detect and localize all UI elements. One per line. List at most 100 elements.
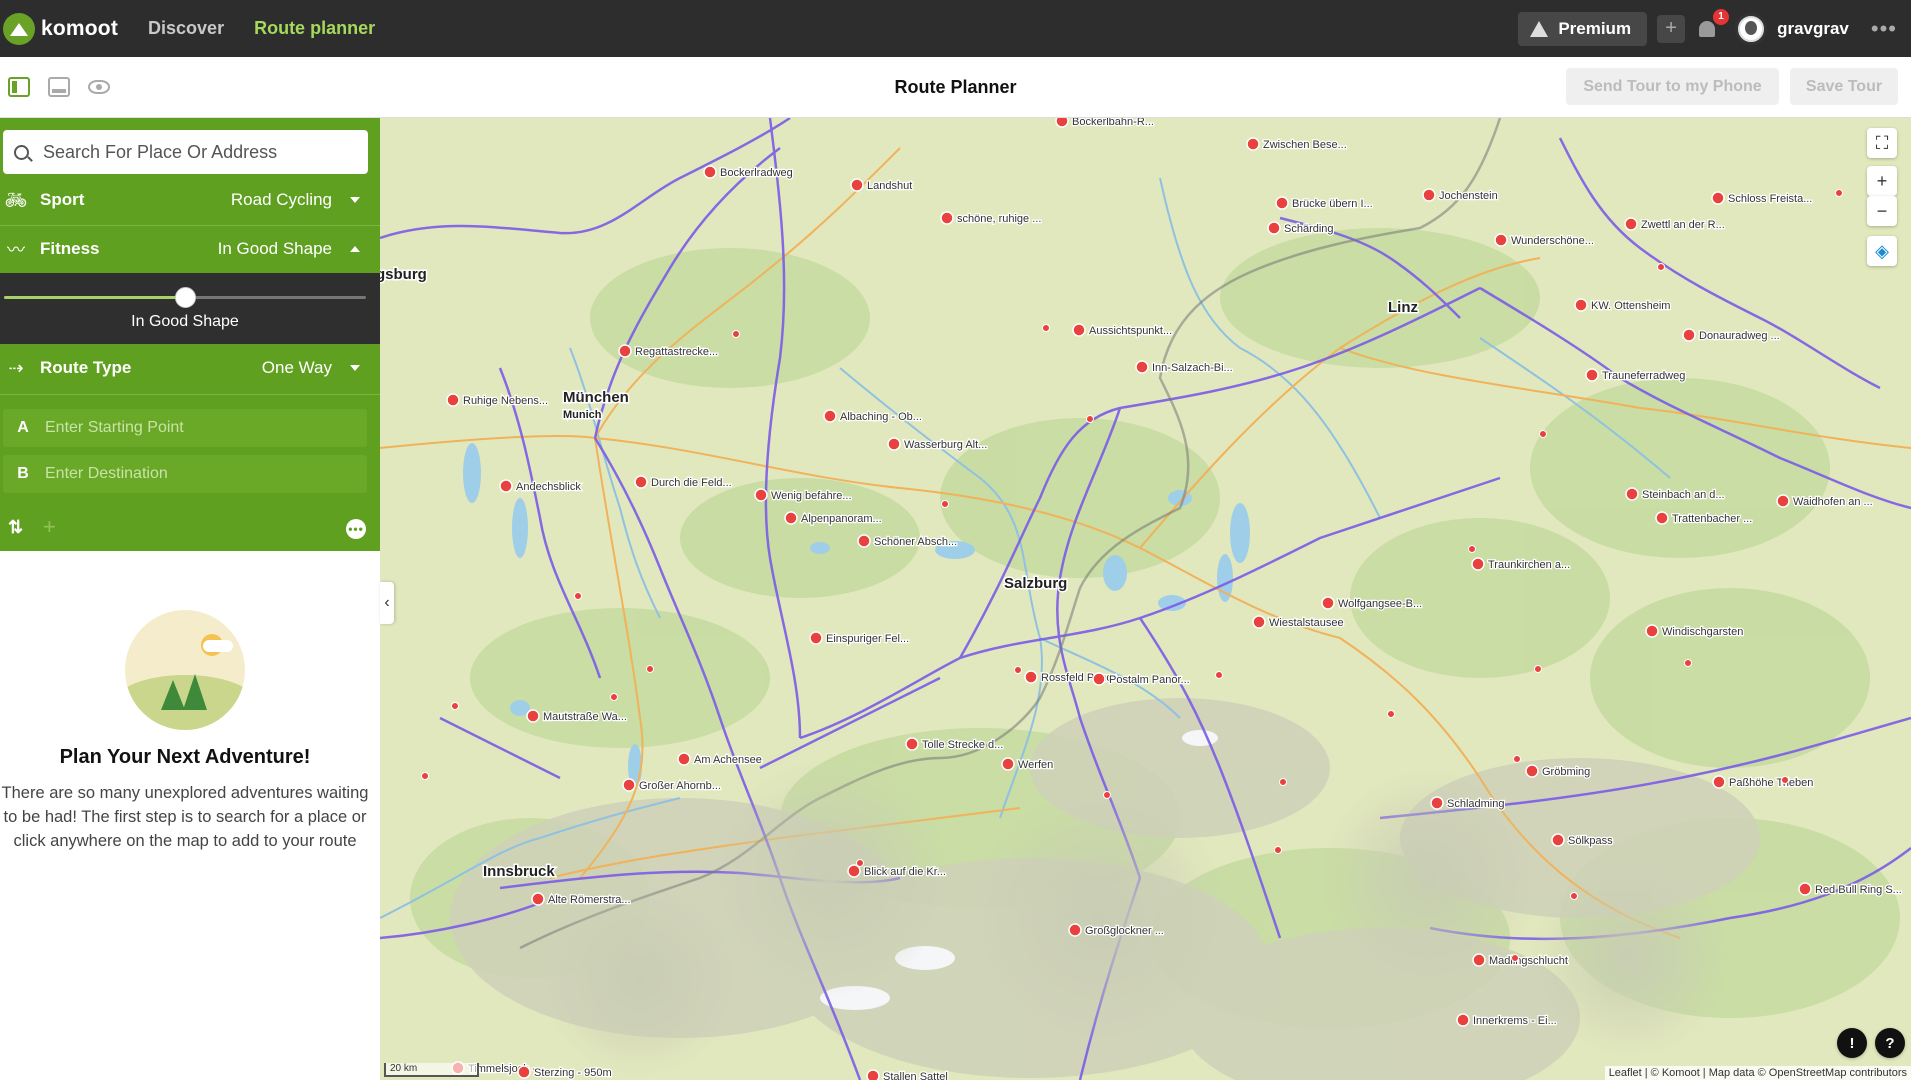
poi-label[interactable]: Wiestalstausee [1268,616,1345,631]
poi-bike-icon[interactable] [677,752,691,766]
poi-marker[interactable]: schöne, ruhige ... [940,211,1043,227]
sport-selector[interactable]: 🚲︎ Sport Road Cycling [0,176,380,224]
poi-label[interactable]: Paßhöhe Trieben [1728,776,1815,791]
poi-dot[interactable] [1468,545,1476,553]
poi-marker[interactable]: Paßhöhe Trieben [1712,775,1815,791]
poi-bike-icon[interactable] [1246,137,1260,151]
poi-bike-icon[interactable] [517,1065,531,1079]
poi-dot[interactable] [1274,846,1282,854]
poi-bike-icon[interactable] [531,892,545,906]
poi-bike-icon[interactable] [1472,953,1486,967]
poi-dot[interactable] [1215,671,1223,679]
poi-dot[interactable] [1387,710,1395,718]
send-to-phone-button[interactable]: Send Tour to my Phone [1566,68,1779,105]
poi-label[interactable]: Steinbach an d... [1641,488,1726,503]
komoot-logo[interactable]: komoot [3,0,118,57]
starting-point-input[interactable] [43,418,343,438]
poi-label[interactable]: Einspuriger Fel... [825,632,911,647]
map-canvas[interactable]: München Munich Salzburg Innsbruck gsburg Linz… [380,118,1911,1080]
poi-label[interactable]: Schärding [1283,222,1335,237]
poi-bike-icon[interactable] [618,344,632,358]
poi-label[interactable]: Sölkpass [1567,834,1615,849]
poi-bike-icon[interactable] [622,778,636,792]
poi-dot[interactable] [646,665,654,673]
poi-bike-icon[interactable] [1001,757,1015,771]
poi-bike-icon[interactable] [1776,494,1790,508]
notifications-button[interactable]: 1 [1693,8,1730,43]
poi-bike-icon[interactable] [1655,511,1669,525]
poi-marker[interactable]: Sölkpass [1551,833,1615,849]
search-box[interactable] [3,130,368,174]
poi-bike-icon[interactable] [905,737,919,751]
poi-bike-icon[interactable] [1024,670,1038,684]
poi-label[interactable]: Am Achensee [693,753,763,768]
poi-dot[interactable] [1014,666,1022,674]
poi-label[interactable]: KW. Ottensheim [1590,299,1672,314]
poi-label[interactable]: Landshut [866,179,914,194]
poi-label[interactable]: Großglockner ... [1084,924,1165,939]
poi-marker[interactable]: Landshut [850,178,914,194]
poi-label[interactable]: Madlingschlucht [1488,954,1569,969]
poi-marker[interactable]: Werfen [1001,757,1055,772]
poi-label[interactable]: Alpenpanoram... [800,512,883,527]
poi-bike-icon[interactable] [809,631,823,645]
poi-dot[interactable] [1513,755,1521,763]
fullscreen-button[interactable]: ⛶ [1867,128,1897,158]
poi-label[interactable]: Gröbming [1541,765,1592,780]
map-layers-icon[interactable]: ◈ [1867,236,1897,266]
poi-label[interactable]: Wasserburg Alt... [903,438,989,453]
route-type-selector[interactable]: ⇢ Route Type One Way [0,344,380,392]
poi-marker[interactable]: Red Bull Ring S... [1798,882,1903,898]
poi-dot[interactable] [1279,778,1287,786]
poi-label[interactable]: Postalm Panor... [1108,673,1191,688]
poi-marker[interactable]: Schloss Freista... [1711,191,1814,206]
poi-bike-icon[interactable] [1712,775,1726,789]
fitness-slider-thumb[interactable] [175,287,196,308]
user-avatar[interactable] [1735,12,1768,45]
poi-label[interactable]: Inn-Salzach-Bi... [1151,361,1234,376]
poi-label[interactable]: Traunkirchen a... [1487,558,1572,573]
poi-label[interactable]: Ruhige Nebens... [462,394,550,409]
poi-bike-icon[interactable] [1625,487,1639,501]
nav-route-planner[interactable]: Route planner [254,18,375,39]
poi-bike-icon[interactable] [850,178,864,192]
poi-dot[interactable] [1103,791,1111,799]
poi-bike-icon[interactable] [866,1069,880,1080]
poi-label[interactable]: Zwischen Bese... [1262,138,1348,153]
poi-dot[interactable] [1781,776,1789,784]
poi-bike-icon[interactable] [940,211,954,225]
poi-label[interactable]: Bockerlradweg [719,166,794,181]
poi-label[interactable]: Blick auf die Kr... [863,865,947,880]
poi-bike-icon[interactable] [1321,596,1335,610]
poi-label[interactable]: schöne, ruhige ... [956,212,1043,227]
poi-bike-icon[interactable] [1551,833,1565,847]
poi-dot[interactable] [421,772,429,780]
poi-label[interactable]: Maut­straße Wa... [542,710,628,725]
premium-button[interactable]: Premium [1518,11,1648,46]
poi-label[interactable]: Wolfgangsee-B... [1337,597,1424,612]
starting-point-field[interactable]: A [3,409,367,447]
poi-bike-icon[interactable] [526,709,540,723]
poi-dot[interactable] [732,330,740,338]
poi-label[interactable]: Aussichtspunkt... [1088,324,1174,339]
poi-dot[interactable] [1684,659,1692,667]
help-button[interactable]: ? [1875,1028,1905,1058]
poi-dot[interactable] [1835,189,1843,197]
poi-bike-icon[interactable] [1525,764,1539,778]
poi-bike-icon[interactable] [1624,217,1638,231]
poi-bike-icon[interactable] [634,475,648,489]
more-menu-button[interactable]: ••• [1871,16,1897,42]
poi-dot[interactable] [1534,665,1542,673]
poi-label[interactable]: Trattenbacher ... [1671,512,1754,527]
poi-label[interactable]: Innerkrems - Ei... [1472,1014,1558,1029]
add-waypoint-icon[interactable]: + [43,514,56,540]
poi-label[interactable]: Schladming [1446,797,1506,812]
search-input[interactable] [41,140,341,164]
poi-dot[interactable] [1086,415,1094,423]
swap-points-icon[interactable]: ⇅ [8,517,23,538]
poi-label[interactable]: Red Bull Ring S... [1814,883,1903,898]
poi-bike-icon[interactable] [887,437,901,451]
poi-bike-icon[interactable] [446,393,460,407]
poi-bike-icon[interactable] [1711,191,1725,205]
zoom-out-button[interactable]: − [1867,196,1897,226]
